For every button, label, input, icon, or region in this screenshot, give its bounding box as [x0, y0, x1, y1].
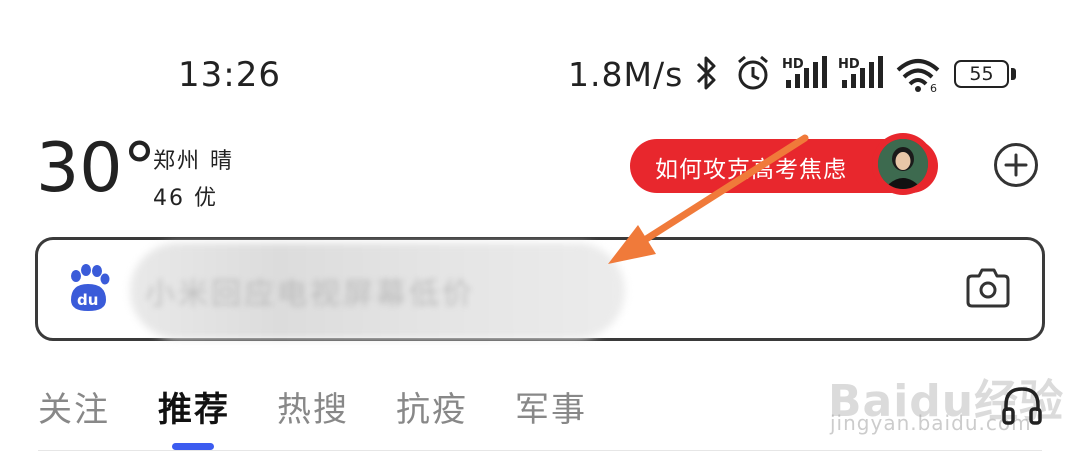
city-weather[interactable]: 郑州 晴	[153, 143, 234, 175]
tab-indicator	[172, 443, 214, 450]
tab-hot-search[interactable]: 热搜	[277, 382, 349, 431]
tab-follow[interactable]: 关注	[38, 382, 110, 431]
battery-tip	[1011, 68, 1016, 80]
network-speed: 1.8M/s	[568, 55, 684, 94]
svg-text:HD: HD	[782, 57, 804, 72]
plus-icon	[1004, 153, 1028, 177]
signal-hd-icon: HD	[838, 56, 883, 88]
battery-icon: 55	[954, 60, 1009, 88]
tab-recommend[interactable]: 推荐	[158, 382, 230, 431]
annotation-arrow-icon	[608, 134, 809, 264]
wifi-icon: 6	[896, 59, 940, 94]
tab-anti-epidemic[interactable]: 抗疫	[396, 382, 468, 431]
tab-military[interactable]: 军事	[515, 382, 587, 431]
svg-text:HD: HD	[838, 57, 860, 72]
air-quality[interactable]: 46 优	[153, 180, 218, 212]
alarm-icon	[738, 55, 768, 90]
add-button[interactable]	[994, 143, 1038, 187]
status-time: 13:26	[178, 55, 281, 95]
svg-text:6: 6	[930, 82, 937, 94]
signal-hd-icon: HD	[782, 56, 827, 88]
bluetooth-icon	[696, 56, 716, 90]
svg-text:du: du	[77, 291, 98, 309]
temperature[interactable]: 30°	[36, 135, 157, 203]
baidu-paw-icon: du	[71, 264, 110, 311]
tabs-divider	[38, 450, 1042, 451]
headphones-icon[interactable]	[1000, 383, 1044, 427]
search-input[interactable]: 小米回应电视屏幕低价	[145, 269, 475, 313]
camera-icon[interactable]	[964, 266, 1012, 310]
avatar[interactable]	[878, 139, 928, 189]
person-icon	[878, 139, 928, 189]
battery-level: 55	[969, 63, 994, 85]
